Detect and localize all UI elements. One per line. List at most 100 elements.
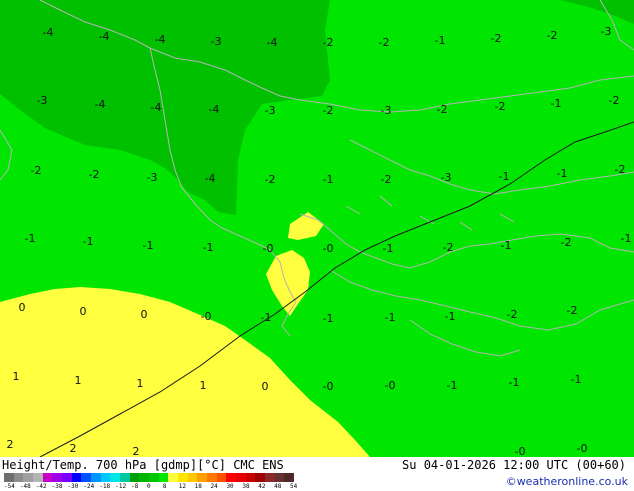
contour-label: -0 xyxy=(263,242,274,255)
legend-swatch xyxy=(158,473,169,482)
legend-swatch xyxy=(23,473,34,482)
contour-label: 1 xyxy=(13,370,20,383)
legend-tick: 38 xyxy=(242,483,250,490)
contour-label: -4 xyxy=(205,172,216,185)
contour-label: 0 xyxy=(19,301,26,314)
contour-label: 0 xyxy=(80,305,87,318)
contour-label: 1 xyxy=(200,379,207,392)
map-datetime: Su 04-01-2026 12:00 UTC (00+60) xyxy=(402,458,626,472)
contour-label: -3 xyxy=(381,104,392,117)
contour-label: 2 xyxy=(7,438,14,451)
legend-swatch xyxy=(149,473,159,482)
contour-label: -1 xyxy=(571,373,582,386)
contour-label: 0 xyxy=(262,380,269,393)
legend-swatch xyxy=(265,473,275,482)
contour-label: -2 xyxy=(495,100,506,113)
contour-label: -2 xyxy=(89,168,100,181)
legend-tick: 30 xyxy=(226,483,234,490)
legend-swatch xyxy=(178,473,188,482)
legend-swatch xyxy=(274,473,285,482)
map-canvas: -4 -4 -4 -3 -4 -2 -2 -1 -2 -2 -3 -3 -4 -4 -4 -3 -2 -3 -2 -2… xyxy=(0,0,634,457)
contour-label: -0 xyxy=(323,242,334,255)
legend-swatch xyxy=(216,473,227,482)
legend-swatch xyxy=(71,473,82,482)
contour-label: -1 xyxy=(143,239,154,252)
contour-label: -2 xyxy=(379,36,390,49)
contour-label: -4 xyxy=(209,103,220,116)
legend-swatch xyxy=(110,473,121,482)
legend-swatch xyxy=(129,473,140,482)
contour-label: -1 xyxy=(447,379,458,392)
contour-label: -2 xyxy=(491,32,502,45)
color-legend-bar xyxy=(4,473,295,482)
legend-swatch xyxy=(255,473,266,482)
contour-label: -2 xyxy=(615,163,626,176)
contour-label: -1 xyxy=(621,232,632,245)
legend-swatch xyxy=(226,473,237,482)
contour-label: -2 xyxy=(443,241,454,254)
legend-tick: -8 xyxy=(131,483,139,490)
contour-label: -4 xyxy=(155,33,166,46)
contour-label: 2 xyxy=(133,445,140,457)
legend-tick: -24 xyxy=(83,483,95,490)
legend-tick: 42 xyxy=(258,483,266,490)
contour-label: -4 xyxy=(95,98,106,111)
legend-swatch xyxy=(284,473,295,482)
legend-swatch xyxy=(245,473,256,482)
legend-swatch xyxy=(52,473,63,482)
contour-label: -2 xyxy=(437,103,448,116)
contour-label: -0 xyxy=(323,380,334,393)
contour-label: -3 xyxy=(147,171,158,184)
contour-label: -2 xyxy=(323,36,334,49)
legend-tick: 18 xyxy=(194,483,202,490)
contour-label: -4 xyxy=(43,26,54,39)
legend-tick: -54 xyxy=(4,483,15,490)
legend-swatch xyxy=(236,473,246,482)
legend-swatch xyxy=(197,473,208,482)
contour-label: -2 xyxy=(323,104,334,117)
credit-link[interactable]: ©weatheronline.co.uk xyxy=(506,475,628,488)
contour-label: 0 xyxy=(141,308,148,321)
legend-swatch xyxy=(4,473,14,482)
legend-swatch xyxy=(168,473,179,482)
contour-label: -1 xyxy=(499,170,510,183)
legend-tick: 48 xyxy=(274,483,282,490)
legend-swatch xyxy=(13,473,24,482)
contour-label: -1 xyxy=(323,312,334,325)
legend-swatch xyxy=(81,473,92,482)
contour-label: -3 xyxy=(441,171,452,184)
contour-label: -3 xyxy=(37,94,48,107)
footer: Height/Temp. 700 hPa [gdmp][°C] CMC ENS … xyxy=(0,457,634,490)
legend-tick: -18 xyxy=(99,483,111,490)
contour-label: -4 xyxy=(151,101,162,114)
contour-label: -2 xyxy=(609,94,620,107)
contour-label: -1 xyxy=(435,34,446,47)
contour-label: 2 xyxy=(70,442,77,455)
legend-swatch xyxy=(120,473,130,482)
contour-label: -3 xyxy=(211,35,222,48)
legend-tick: -38 xyxy=(51,483,63,490)
contour-label: -0 xyxy=(385,379,396,392)
contour-label: -1 xyxy=(261,311,272,324)
contour-label: -1 xyxy=(25,232,36,245)
contour-label: -2 xyxy=(265,173,276,186)
legend-tick: -12 xyxy=(115,483,127,490)
legend-swatch xyxy=(33,473,43,482)
legend-swatch xyxy=(100,473,111,482)
contour-label: -4 xyxy=(267,36,278,49)
legend-swatch xyxy=(139,473,150,482)
legend-tick: 54 xyxy=(290,483,298,490)
legend-tick: 0 xyxy=(147,483,151,490)
legend-swatch xyxy=(187,473,198,482)
contour-label: -3 xyxy=(265,104,276,117)
contour-label: -2 xyxy=(381,173,392,186)
legend-swatch xyxy=(42,473,53,482)
legend-tick: 24 xyxy=(210,483,218,490)
contour-label: -0 xyxy=(201,310,212,323)
contour-label: -1 xyxy=(509,376,520,389)
contour-label: -2 xyxy=(561,236,572,249)
contour-label: -2 xyxy=(31,164,42,177)
contour-label: -2 xyxy=(507,308,518,321)
legend-tick: 12 xyxy=(178,483,186,490)
contour-label: -1 xyxy=(445,310,456,323)
